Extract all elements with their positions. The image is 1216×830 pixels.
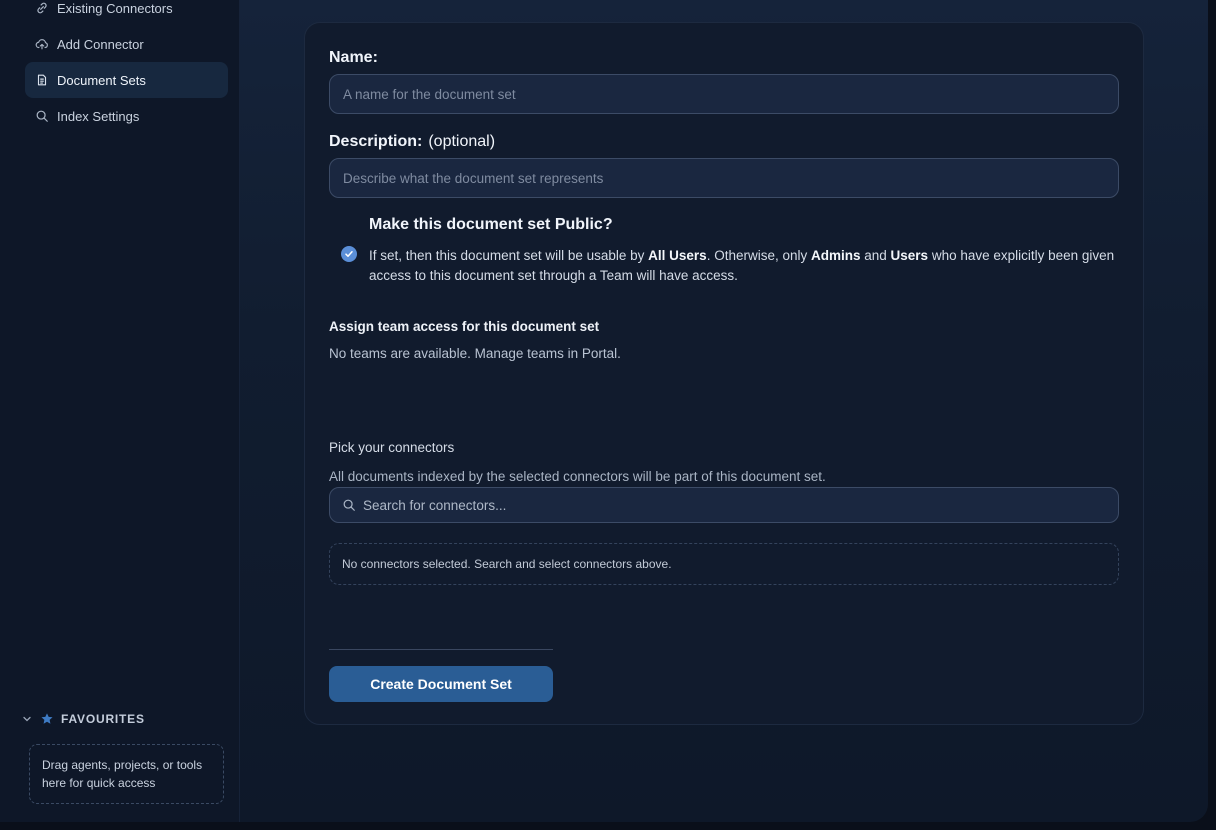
sidebar-item-label: Index Settings — [57, 108, 140, 124]
star-icon — [40, 712, 54, 726]
name-label: Name: — [329, 49, 378, 67]
sidebar-item-label: Existing Connectors — [57, 0, 173, 16]
chevron-down-icon — [22, 714, 32, 724]
document-icon — [35, 73, 49, 87]
favourites-header[interactable]: FAVOURITES — [22, 712, 145, 726]
name-label-text: Name: — [329, 49, 378, 66]
public-checkbox[interactable] — [341, 246, 357, 262]
divider — [329, 649, 553, 650]
description-input[interactable] — [329, 158, 1119, 198]
optional-tag: (optional) — [428, 133, 496, 150]
public-desc-text: If set, then this document set will be u… — [369, 248, 649, 263]
public-desc-text: and — [860, 248, 891, 263]
description-label-text: Description: — [329, 133, 423, 150]
public-desc-bold-all-users: All Users — [648, 248, 707, 263]
sidebar-item-add-connector[interactable]: Add Connector — [25, 26, 228, 62]
connector-search-input[interactable] — [363, 497, 1118, 513]
public-desc-text: . Otherwise, only — [706, 248, 811, 263]
public-toggle-title: Make this document set Public? — [369, 216, 613, 233]
team-access-note: No teams are available. Manage teams in … — [329, 346, 621, 361]
team-access-title: Assign team access for this document set — [329, 319, 600, 334]
sidebar-item-document-sets[interactable]: Document Sets — [25, 62, 228, 98]
sidebar-item-label: Add Connector — [57, 36, 144, 52]
sidebar-item-existing-connectors[interactable]: Existing Connectors — [25, 0, 228, 26]
search-icon — [35, 109, 49, 123]
document-set-form: Name: Description: (optional) Make this d… — [304, 22, 1144, 725]
description-label: Description: (optional) — [329, 133, 495, 151]
checkmark-icon — [345, 251, 353, 257]
sidebar: Existing Connectors Add Connector Docume… — [0, 0, 240, 822]
connectors-description: All documents indexed by the selected co… — [329, 469, 826, 484]
sidebar-item-index-settings[interactable]: Index Settings — [25, 98, 228, 134]
app-window: Existing Connectors Add Connector Docume… — [0, 0, 1208, 822]
favourites-drop-zone[interactable]: Drag agents, projects, or tools here for… — [29, 744, 224, 804]
public-desc-bold-users: Users — [890, 248, 929, 263]
link-icon — [35, 1, 49, 15]
public-desc-bold-admins: Admins — [810, 248, 861, 263]
connector-search[interactable] — [329, 487, 1119, 523]
connectors-title: Pick your connectors — [329, 440, 455, 455]
name-input[interactable] — [329, 74, 1119, 114]
cloud-upload-icon — [35, 37, 49, 51]
search-icon — [342, 498, 356, 512]
public-description: If set, then this document set will be u… — [369, 246, 1119, 286]
sidebar-item-label: Document Sets — [57, 72, 146, 88]
selected-connectors-empty: No connectors selected. Search and selec… — [329, 543, 1119, 585]
create-document-set-button[interactable]: Create Document Set — [329, 666, 553, 702]
favourites-title: FAVOURITES — [61, 712, 145, 726]
